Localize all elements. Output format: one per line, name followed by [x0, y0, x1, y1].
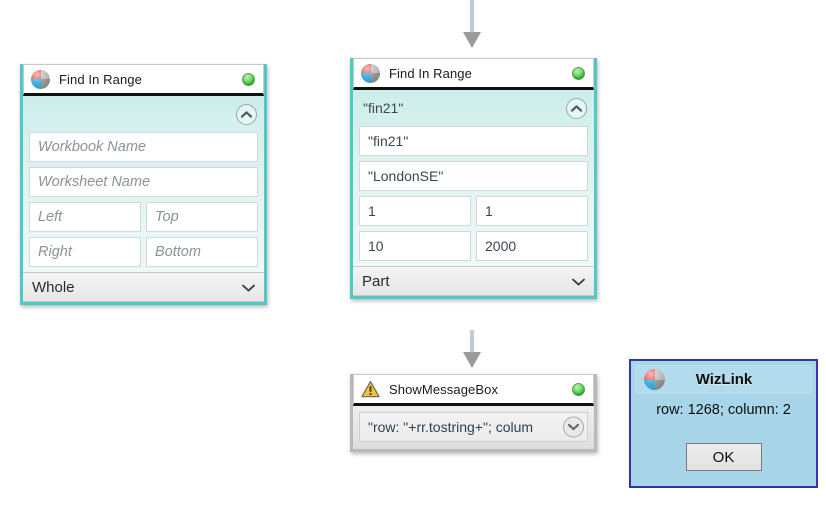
- dialog-message: row: 1268; column: 2: [656, 402, 791, 418]
- node-find-in-range-empty[interactable]: Find In Range Workbook Name Worksheet Na…: [20, 64, 267, 305]
- node-summary-row: [23, 96, 264, 132]
- match-mode-dropdown[interactable]: Part: [353, 266, 594, 296]
- field-grid: "fin21" "LondonSE" 1 1 10 2000: [353, 126, 594, 261]
- status-indicator[interactable]: [572, 66, 585, 80]
- node-title: Find In Range: [389, 65, 472, 81]
- node-title: Find In Range: [59, 71, 142, 87]
- field-row-workbook: "fin21": [359, 126, 588, 156]
- status-indicator[interactable]: [572, 382, 585, 396]
- field-grid: Workbook Name Worksheet Name Left Top Ri…: [23, 132, 264, 267]
- left-input[interactable]: 1: [359, 196, 471, 226]
- chevron-down-icon: [242, 279, 255, 296]
- node-header[interactable]: Find In Range: [23, 64, 264, 96]
- connector-find-in-range-to-message-box: [463, 330, 481, 368]
- right-input[interactable]: 10: [359, 231, 471, 261]
- field-row-right-bottom: Right Bottom: [29, 237, 258, 267]
- node-body: Workbook Name Worksheet Name Left Top Ri…: [23, 96, 264, 302]
- node-summary-row: "fin21": [353, 90, 594, 126]
- message-expression-input[interactable]: "row: "+rr.tostring+"; colum: [359, 412, 588, 442]
- field-row-worksheet: "LondonSE": [359, 161, 588, 191]
- node-body: "fin21" "fin21" "LondonSE" 1 1 10 2000 P…: [353, 90, 594, 296]
- node-header[interactable]: ShowMessageBox: [353, 374, 594, 406]
- field-row-worksheet: Worksheet Name: [29, 167, 258, 197]
- right-input[interactable]: Right: [29, 237, 141, 267]
- wizlink-sphere-icon: [644, 369, 665, 390]
- match-mode-value: Part: [362, 272, 390, 290]
- node-title: ShowMessageBox: [389, 381, 499, 397]
- bottom-input[interactable]: 2000: [476, 231, 588, 261]
- dialog-title: WizLink: [695, 371, 753, 388]
- status-indicator[interactable]: [242, 72, 255, 86]
- chevron-up-icon[interactable]: [236, 103, 257, 125]
- field-row-workbook: Workbook Name: [29, 132, 258, 162]
- node-body: "row: "+rr.tostring+"; colum: [353, 406, 594, 449]
- left-input[interactable]: Left: [29, 202, 141, 232]
- wizlink-sphere-icon: [31, 69, 50, 89]
- chevron-up-icon[interactable]: [566, 97, 587, 119]
- worksheet-name-input[interactable]: "LondonSE": [359, 161, 588, 191]
- field-row-right-bottom: 10 2000: [359, 231, 588, 261]
- dialog-titlebar[interactable]: WizLink: [635, 365, 812, 394]
- bottom-input[interactable]: Bottom: [146, 237, 258, 267]
- node-header[interactable]: Find In Range: [353, 58, 594, 90]
- node-find-in-range-filled[interactable]: Find In Range "fin21" "fin21" "LondonSE"…: [350, 58, 597, 299]
- workbook-name-input[interactable]: "fin21": [359, 126, 588, 156]
- field-row-left-top: Left Top: [29, 202, 258, 232]
- top-input[interactable]: 1: [476, 196, 588, 226]
- wizlink-dialog[interactable]: WizLink row: 1268; column: 2 OK: [629, 359, 818, 488]
- message-expression-value: "row: "+rr.tostring+"; colum: [368, 419, 534, 435]
- chevron-down-icon: [572, 273, 585, 290]
- match-mode-dropdown[interactable]: Whole: [23, 272, 264, 302]
- workbook-name-input[interactable]: Workbook Name: [29, 132, 258, 162]
- connector-top-to-find-in-range: [463, 0, 481, 48]
- worksheet-name-input[interactable]: Worksheet Name: [29, 167, 258, 197]
- field-row-left-top: 1 1: [359, 196, 588, 226]
- match-mode-value: Whole: [32, 278, 75, 296]
- node-summary-label: "fin21": [363, 100, 404, 116]
- node-show-message-box[interactable]: ShowMessageBox "row: "+rr.tostring+"; co…: [350, 374, 597, 452]
- chevron-down-circle-icon[interactable]: [563, 416, 584, 438]
- top-input[interactable]: Top: [146, 202, 258, 232]
- wizlink-sphere-icon: [361, 63, 380, 83]
- ok-button[interactable]: OK: [685, 443, 762, 471]
- warning-triangle-icon: [361, 380, 380, 398]
- dialog-button-row: OK: [631, 443, 816, 471]
